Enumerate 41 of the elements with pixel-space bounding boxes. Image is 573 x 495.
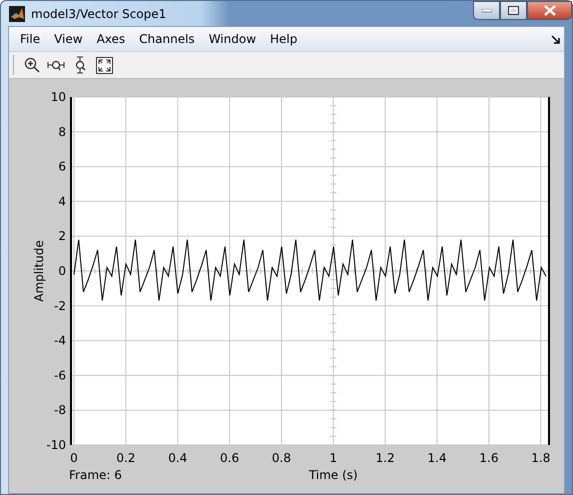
zoom-in-icon[interactable] <box>22 55 42 75</box>
minimize-icon <box>482 8 492 12</box>
window-title: model3/Vector Scope1 <box>31 6 168 20</box>
close-icon <box>544 5 556 16</box>
x-tick-label: 0.8 <box>272 451 292 465</box>
y-tick-label: -8 <box>54 403 66 418</box>
x-tick-label: 1.8 <box>531 451 550 465</box>
x-tick-label: 0.4 <box>168 451 188 465</box>
minimize-button[interactable] <box>473 1 500 20</box>
y-tick-label: -2 <box>54 298 66 313</box>
y-tick-label: 2 <box>58 229 66 244</box>
maximize-button[interactable] <box>500 1 527 20</box>
x-tick-label: 1.2 <box>376 451 395 465</box>
x-tick-label: 0.2 <box>116 451 136 465</box>
menu-item[interactable]: Window <box>202 30 264 48</box>
menu-item[interactable]: Axes <box>90 30 132 48</box>
y-tick-label: 10 <box>50 90 66 104</box>
app-logo-icon <box>9 6 25 22</box>
x-tick-label: 0 <box>70 451 78 465</box>
close-button[interactable] <box>527 1 572 20</box>
y-tick-label: 0 <box>58 264 66 278</box>
y-tick-label: -10 <box>46 438 66 452</box>
y-axis-label: Amplitude <box>32 240 46 302</box>
x-tick-label: 1 <box>330 451 338 465</box>
menu-item[interactable]: View <box>47 30 90 48</box>
y-tick-label: 8 <box>58 124 66 139</box>
x-tick-label: 0.6 <box>220 451 240 465</box>
menu-item[interactable]: File <box>13 30 48 48</box>
x-axis-label: Time (s) <box>308 468 358 482</box>
dock-arrow-icon[interactable] <box>551 34 560 44</box>
x-tick-label: 1.6 <box>479 451 498 465</box>
maximize-icon <box>508 6 519 15</box>
x-tick-label: 1.4 <box>428 451 447 465</box>
y-tick-label: 4 <box>58 194 66 208</box>
frame-number: Frame: 6 <box>69 468 122 482</box>
autoscale-icon[interactable] <box>94 55 114 75</box>
menu-item[interactable]: Channels <box>132 30 202 48</box>
y-tick-label: -6 <box>54 368 66 382</box>
menu-item[interactable]: Help <box>263 30 304 48</box>
y-tick-label: -4 <box>54 334 66 348</box>
y-tick-label: 6 <box>58 160 66 174</box>
